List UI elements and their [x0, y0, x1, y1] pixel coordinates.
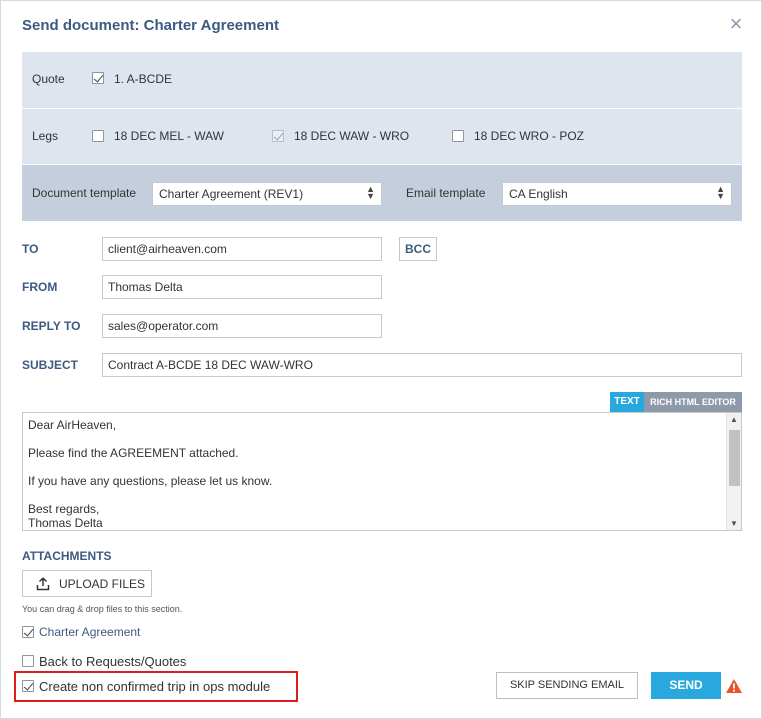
dialog-title: Send document: Charter Agreement	[22, 17, 279, 34]
quote-label: Quote	[32, 72, 65, 86]
legs-section: Legs 18 DEC MEL - WAW 18 DEC WAW - WRO 1…	[22, 109, 742, 164]
from-label: FROM	[22, 280, 58, 294]
from-field[interactable]: Thomas Delta	[102, 275, 382, 299]
document-template-label: Document template	[32, 186, 137, 200]
reply-to-field[interactable]: sales@operator.com	[102, 314, 382, 338]
close-icon[interactable]: ×	[727, 13, 745, 35]
body-line: Thomas Delta	[28, 516, 103, 530]
body-line: Please find the AGREEMENT attached.	[28, 446, 239, 460]
tab-rich-html-editor[interactable]: RICH HTML EDITOR	[644, 392, 742, 412]
to-field[interactable]: client@airheaven.com	[102, 237, 382, 261]
leg-label-mel-waw: 18 DEC MEL - WAW	[114, 129, 225, 143]
leg-checkbox-wro-poz[interactable]	[452, 130, 464, 142]
leg-label-waw-wro: 18 DEC WAW - WRO	[294, 129, 410, 143]
select-arrows-icon: ▲ ▼	[716, 184, 725, 201]
document-template-select[interactable]: Charter Agreement (REV1) ▲ ▼	[152, 182, 382, 206]
message-body-editor[interactable]: Dear AirHeaven, Please find the AGREEMEN…	[22, 412, 742, 531]
leg-checkbox-waw-wro	[272, 130, 284, 142]
attachment-label: Charter Agreement	[39, 625, 141, 639]
quote-section: Quote 1. A-BCDE	[22, 52, 742, 108]
to-label: TO	[22, 242, 39, 256]
legs-label: Legs	[32, 129, 59, 143]
quote-item-label: 1. A-BCDE	[114, 72, 173, 86]
templates-section: Document template Charter Agreement (REV…	[22, 165, 742, 221]
create-trip-label: Create non confirmed trip in ops module	[39, 679, 271, 694]
scroll-up-icon[interactable]: ▲	[730, 415, 738, 424]
subject-label: SUBJECT	[22, 358, 79, 372]
editor-scrollbar[interactable]: ▲ ▼	[726, 413, 741, 530]
email-template-value: CA English	[509, 187, 568, 201]
email-template-select[interactable]: CA English ▲ ▼	[502, 182, 732, 206]
leg-checkbox-mel-waw[interactable]	[92, 130, 104, 142]
upload-icon	[36, 577, 50, 591]
send-button[interactable]: SEND	[651, 672, 721, 699]
create-trip-checkbox[interactable]	[22, 680, 34, 692]
skip-sending-email-button[interactable]: SKIP SENDING EMAIL	[496, 672, 638, 699]
attachment-checkbox[interactable]	[22, 626, 34, 638]
scroll-down-icon[interactable]: ▼	[730, 519, 738, 528]
warning-icon[interactable]	[725, 678, 743, 694]
back-to-requests-label: Back to Requests/Quotes	[39, 654, 187, 669]
select-arrows-icon: ▲ ▼	[366, 184, 375, 201]
subject-field[interactable]: Contract A-BCDE 18 DEC WAW-WRO	[102, 353, 742, 377]
email-template-label: Email template	[406, 186, 486, 200]
quote-checkbox[interactable]	[92, 72, 104, 84]
reply-to-label: REPLY TO	[22, 319, 81, 333]
attachments-label: ATTACHMENTS	[22, 549, 112, 563]
body-line: Dear AirHeaven,	[28, 418, 117, 432]
drag-drop-hint: You can drag & drop files to this sectio…	[22, 604, 183, 614]
document-template-value: Charter Agreement (REV1)	[159, 187, 304, 201]
upload-files-button[interactable]: UPLOAD FILES	[22, 570, 152, 597]
send-document-dialog: Send document: Charter Agreement × Quote…	[0, 0, 762, 719]
bcc-button[interactable]: BCC	[399, 237, 437, 261]
scrollbar-thumb[interactable]	[729, 430, 740, 486]
body-line: If you have any questions, please let us…	[28, 474, 273, 488]
tab-text[interactable]: TEXT	[610, 392, 644, 412]
body-line: Best regards,	[28, 502, 100, 516]
leg-label-wro-poz: 18 DEC WRO - POZ	[474, 129, 585, 143]
back-to-requests-checkbox[interactable]	[22, 655, 34, 667]
upload-files-label: UPLOAD FILES	[59, 577, 146, 591]
